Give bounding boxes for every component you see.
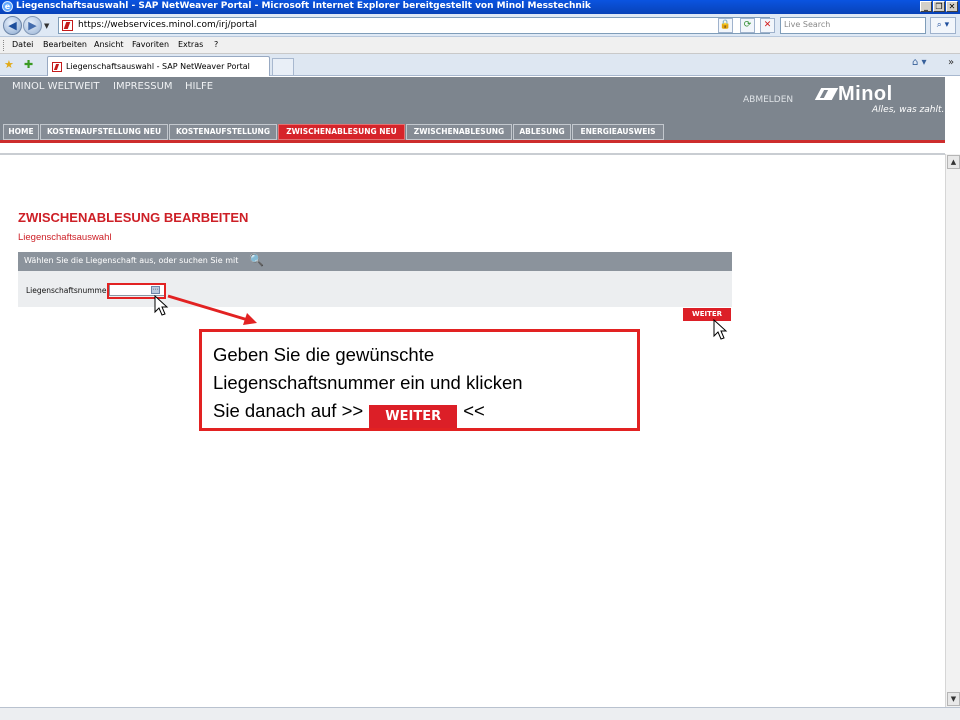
instruction-callout: Geben Sie die gewünschte Liegenschaftsnu… — [199, 329, 640, 431]
vertical-scrollbar[interactable]: ▲ ▼ — [945, 154, 960, 707]
callout-line-2: Liegenschaftsnummer ein und klicken — [213, 372, 523, 393]
scroll-down-icon[interactable]: ▼ — [947, 692, 960, 706]
callout-weiter-button: WEITER — [369, 405, 458, 428]
callout-line-3-prefix: Sie danach auf >> — [213, 400, 364, 421]
callout-line-3-suffix: << — [463, 400, 485, 421]
mouse-cursor-icon — [154, 295, 169, 316]
mouse-cursor-icon — [713, 319, 728, 340]
status-bar — [0, 707, 960, 720]
callout-text: Geben Sie die gewünschte Liegenschaftsnu… — [213, 341, 633, 428]
callout-line-3: Sie danach auf >> WEITER << — [213, 397, 633, 428]
scroll-up-icon[interactable]: ▲ — [947, 155, 960, 169]
annotation-arrow-line — [167, 294, 249, 322]
callout-line-1: Geben Sie die gewünschte — [213, 344, 435, 365]
annotation-arrow-head — [243, 313, 257, 325]
